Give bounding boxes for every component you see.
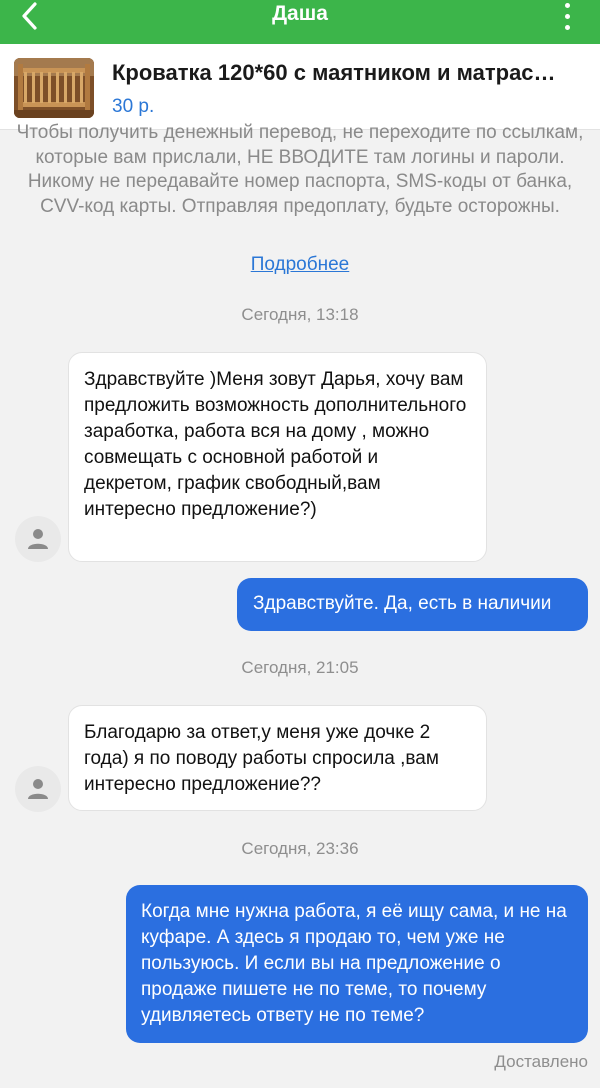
chat-title: Даша xyxy=(272,2,328,25)
date-separator: Сегодня, 21:05 xyxy=(241,658,359,677)
outgoing-message[interactable]: Здравствуйте. Да, есть в наличии xyxy=(237,578,588,631)
incoming-message[interactable]: Благодарю за ответ,у меня уже дочке 2 го… xyxy=(68,705,487,811)
more-info-link[interactable]: Подробнее xyxy=(251,254,350,275)
date-separator: Сегодня, 13:18 xyxy=(241,305,359,324)
top-bar: Даша xyxy=(0,0,600,44)
crib-image-icon xyxy=(14,58,94,118)
avatar xyxy=(15,766,61,812)
delivery-status: Доставлено xyxy=(494,1052,588,1071)
user-icon xyxy=(28,779,48,799)
avatar xyxy=(15,516,61,562)
safety-notice: Чтобы получить денежный перевод, не пере… xyxy=(16,122,584,217)
user-icon xyxy=(28,529,48,549)
product-card[interactable]: Кроватка 120*60 с маятником и матрас… 30… xyxy=(0,44,600,130)
product-title[interactable]: Кроватка 120*60 с маятником и матрас… xyxy=(112,60,590,86)
more-menu-button[interactable] xyxy=(562,0,572,30)
outgoing-message[interactable]: Когда мне нужна работа, я её ищу сама, и… xyxy=(126,885,588,1043)
date-separator: Сегодня, 23:36 xyxy=(241,839,359,858)
product-thumbnail[interactable] xyxy=(14,58,94,118)
more-vertical-icon xyxy=(564,3,570,8)
incoming-message[interactable]: Здравствуйте )Меня зовут Дарья, хочу вам… xyxy=(68,352,487,562)
product-price: 30 р. xyxy=(112,96,155,117)
